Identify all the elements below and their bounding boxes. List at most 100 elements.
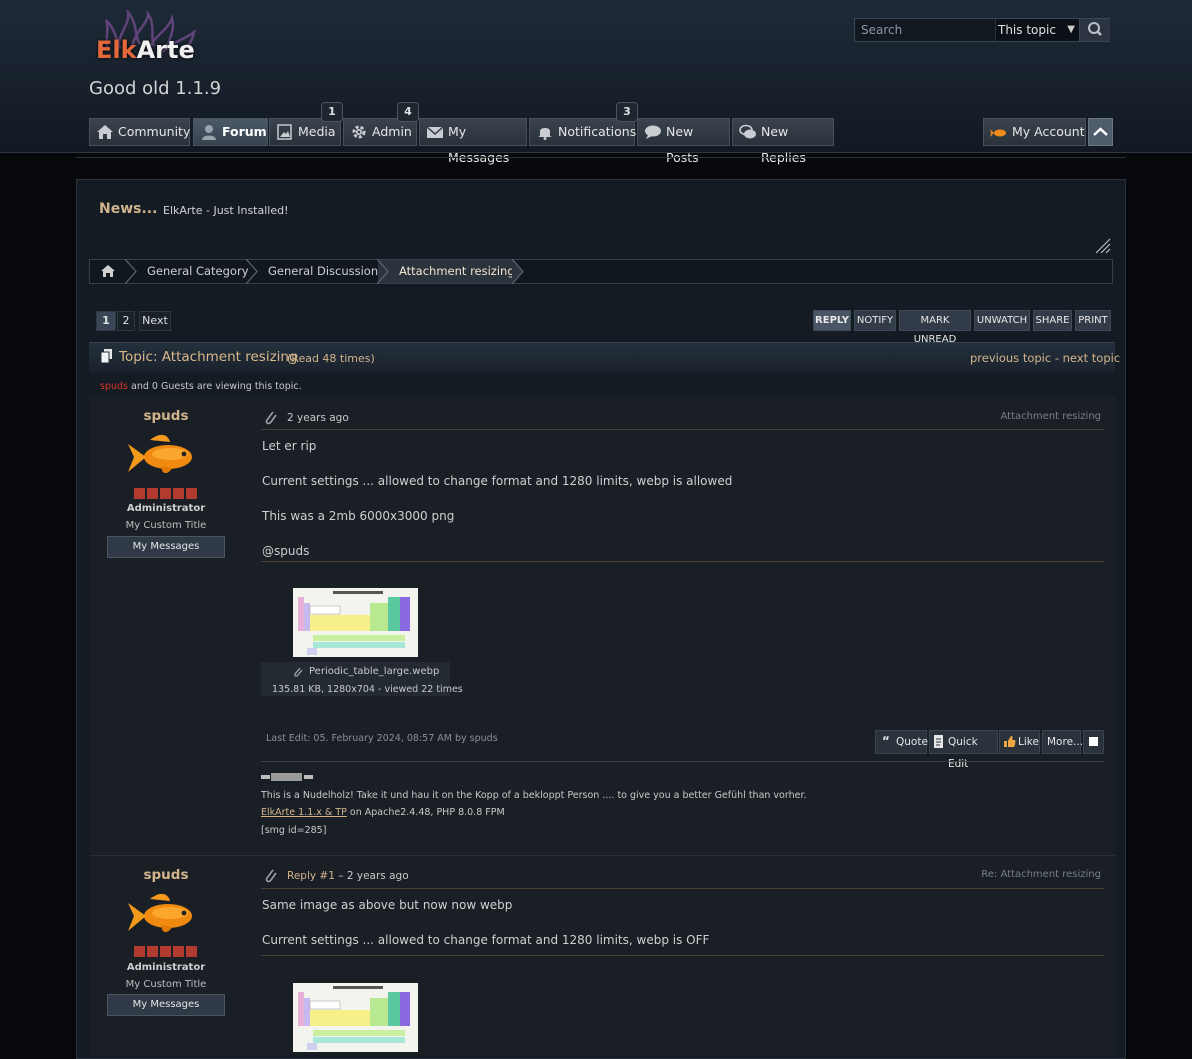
nav-admin[interactable]: Admin xyxy=(343,118,417,146)
nav-community-label: Community xyxy=(118,124,191,139)
nav-community[interactable]: Community xyxy=(89,118,190,146)
attachment-thumbnail[interactable] xyxy=(293,983,418,1052)
send-pm-button[interactable]: My Messages xyxy=(107,536,225,558)
select-post-checkbox[interactable] xyxy=(1083,730,1104,754)
attachment-meta: 135.81 KB, 1280x704 - viewed 22 times xyxy=(272,684,463,695)
poster-name[interactable]: spuds xyxy=(91,867,241,883)
nav-messages[interactable]: My Messages xyxy=(419,118,527,165)
search-scope-select[interactable]: This topic ▼ xyxy=(995,19,1079,41)
quote-button[interactable]: “ Quote xyxy=(875,730,928,754)
topic-viewers: spuds and 0 Guests are viewing this topi… xyxy=(100,381,302,392)
rank-stars xyxy=(134,488,197,499)
bell-icon xyxy=(538,128,552,140)
page-link-current[interactable]: 1 xyxy=(96,311,116,331)
attachment-name-link[interactable]: Periodic_table_large.webp xyxy=(309,666,439,677)
notify-button[interactable]: NOTIFY xyxy=(854,310,896,331)
post-body-line: @spuds xyxy=(262,544,310,558)
envelope-icon xyxy=(426,126,444,138)
divider xyxy=(261,888,1104,889)
post-time[interactable]: 2 years ago xyxy=(287,412,349,424)
poster-custom-title: My Custom Title xyxy=(125,520,207,531)
post-body-line: Let er rip xyxy=(262,439,317,453)
breadcrumb-separator-icon xyxy=(124,259,137,284)
resize-grip-icon[interactable] xyxy=(1093,236,1111,254)
poster-role: Administrator xyxy=(126,503,206,514)
poster-custom-title: My Custom Title xyxy=(125,979,207,990)
checkbox-square xyxy=(1089,737,1098,746)
attachment-thumbnail[interactable] xyxy=(293,588,418,657)
nav-admin-label: Admin xyxy=(372,124,412,139)
periodic-table-image xyxy=(293,983,418,1052)
nav-new-replies-label: New Replies xyxy=(761,124,806,165)
goldfish-avatar xyxy=(128,893,192,933)
document-edit-icon xyxy=(934,735,943,748)
reply-number: Reply #1 xyxy=(287,870,335,882)
like-label: Like xyxy=(1018,736,1039,748)
home-icon[interactable] xyxy=(100,264,116,278)
unwatch-button[interactable]: UNWATCH xyxy=(974,310,1030,331)
post-body-line: Current settings ... allowed to change f… xyxy=(262,474,733,488)
like-button[interactable]: Like xyxy=(999,730,1040,754)
breadcrumb-item[interactable]: General Category xyxy=(147,264,249,278)
news-label: News... xyxy=(99,201,158,217)
search-scope-value: This topic xyxy=(998,23,1056,37)
online-user-link[interactable]: spuds xyxy=(100,381,128,392)
viewers-text: and 0 Guests are viewing this topic. xyxy=(131,381,302,392)
nav-forum[interactable]: Forum xyxy=(193,118,268,146)
signature-link[interactable]: ElkArte 1.1.x & TP xyxy=(261,807,347,818)
page-link[interactable]: 2 xyxy=(117,311,135,331)
quick-edit-button[interactable]: Quick Edit xyxy=(929,730,998,770)
post-body-line: This was a 2mb 6000x3000 png xyxy=(262,509,455,523)
next-page-link[interactable]: Next xyxy=(139,311,171,331)
send-pm-button[interactable]: My Messages xyxy=(107,994,225,1016)
goldfish-avatar-icon xyxy=(990,129,1006,137)
news-text: ElkArte - Just Installed! xyxy=(163,204,289,217)
signature-rolling-pin-icon xyxy=(261,773,313,781)
nav-messages-label: My Messages xyxy=(448,124,510,165)
post-body-line: Current settings ... allowed to change f… xyxy=(262,933,710,947)
divider xyxy=(261,429,1104,430)
post-subject[interactable]: Attachment resizing xyxy=(801,411,1101,422)
last-edit-note: Last Edit: 05. February 2024, 08:57 AM b… xyxy=(266,733,498,744)
post xyxy=(90,857,1116,1055)
breadcrumb-separator-icon xyxy=(512,259,524,284)
reply-separator: – xyxy=(338,870,344,882)
divider xyxy=(261,761,1104,762)
paperclip-icon xyxy=(265,869,277,883)
nav-media[interactable]: Media xyxy=(269,118,341,146)
mark-unread-button[interactable]: MARK UNREAD xyxy=(899,310,971,345)
goldfish-avatar xyxy=(128,434,192,474)
site-logo[interactable]: ElkArte xyxy=(88,10,203,72)
post-reply-info[interactable]: Reply #1 – 2 years ago xyxy=(287,870,409,882)
search-input[interactable]: Search xyxy=(855,19,995,41)
search-button[interactable] xyxy=(1079,19,1110,41)
post-subject[interactable]: Re: Attachment resizing xyxy=(801,869,1101,880)
poster-role: Administrator xyxy=(126,962,206,973)
nav-new-posts[interactable]: New Posts xyxy=(637,118,730,165)
image-icon xyxy=(277,124,292,140)
nav-forum-label: Forum xyxy=(222,124,267,139)
chat-bubble-icon xyxy=(645,125,661,139)
post xyxy=(90,397,1116,856)
poster-name[interactable]: spuds xyxy=(91,408,241,424)
logo-wordmark: ElkArte xyxy=(96,36,195,64)
nav-new-replies[interactable]: New Replies xyxy=(732,118,834,165)
site-subtitle: Good old 1.1.9 xyxy=(89,78,222,99)
breadcrumb-item-current[interactable]: Attachment resizing xyxy=(399,264,515,278)
paperclip-icon xyxy=(265,411,277,425)
prev-next-topic-links[interactable]: previous topic - next topic xyxy=(970,351,1120,365)
quote-icon: “ xyxy=(882,734,890,748)
share-button[interactable]: SHARE xyxy=(1033,310,1072,331)
more-actions-button[interactable]: More... xyxy=(1042,730,1083,754)
search-bar: Search This topic ▼ xyxy=(854,18,1110,42)
periodic-table-image xyxy=(293,588,418,657)
print-button[interactable]: PRINT xyxy=(1075,310,1111,331)
collapse-header-button[interactable] xyxy=(1088,118,1113,146)
nav-my-account[interactable]: My Account xyxy=(983,118,1086,146)
nav-notifications[interactable]: Notifications xyxy=(529,118,637,146)
reply-button[interactable]: REPLY xyxy=(813,310,851,331)
breadcrumb-item[interactable]: General Discussion xyxy=(268,264,378,278)
breadcrumb-separator-icon xyxy=(376,259,389,284)
chat-bubbles-icon xyxy=(739,124,756,139)
nav-notifications-label: Notifications xyxy=(558,124,637,139)
